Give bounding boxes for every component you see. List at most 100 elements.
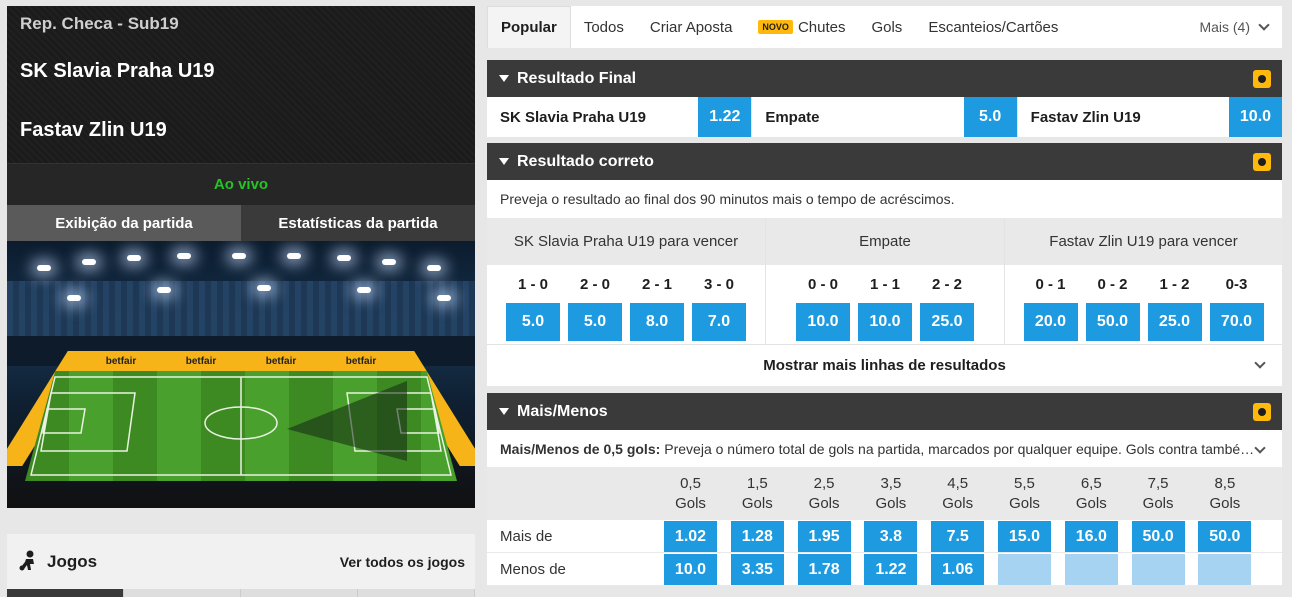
odds-button[interactable]: 10.0 <box>664 554 717 585</box>
tab-corners-cards[interactable]: Escanteios/Cartões <box>915 6 1071 48</box>
floodlights <box>7 247 475 301</box>
ad-brand-text: betfair <box>185 355 217 367</box>
tab-match-stats[interactable]: Estatísticas da partida <box>241 205 475 241</box>
player-icon <box>19 550 34 571</box>
score-label: 2 - 1 <box>641 275 672 293</box>
games-tab[interactable] <box>124 589 241 597</box>
score-label: 0 - 0 <box>807 275 838 293</box>
tab-popular[interactable]: Popular <box>487 6 571 48</box>
new-badge: NOVO <box>758 20 793 34</box>
odds-button-suspended <box>997 554 1051 585</box>
more-tabs-dropdown[interactable]: Mais (4) <box>1199 6 1270 48</box>
goal-line-header: 8,5 Gols <box>1209 474 1241 512</box>
ad-brand-text: betfair <box>105 355 137 367</box>
show-more-lines-label: Mostrar mais linhas de resultados <box>763 357 1006 374</box>
market-header[interactable]: Mais/Menos <box>487 393 1282 430</box>
games-tab[interactable] <box>358 589 475 597</box>
odds-button[interactable]: 20.0 <box>1023 303 1078 341</box>
more-tabs-label: Mais (4) <box>1199 19 1250 35</box>
odds-button[interactable]: 10.0 <box>858 303 912 341</box>
score-label: 3 - 0 <box>703 275 734 293</box>
caret-down-icon <box>499 75 509 82</box>
competition-name: Rep. Checa - Sub19 <box>20 14 179 33</box>
odds-button[interactable]: 3.8 <box>864 521 918 552</box>
odds-button[interactable]: 70.0 <box>1209 303 1264 341</box>
match-view-tabs: Exibição da partida Estatísticas da part… <box>7 205 475 241</box>
score-label: 1 - 0 <box>517 275 548 293</box>
description-text: Preveja o número total de gols na partid… <box>664 440 1255 457</box>
odds-button[interactable]: 50.0 <box>1198 521 1252 552</box>
odds-button[interactable]: 1.22 <box>698 97 752 137</box>
odds-button[interactable]: 3.35 <box>730 554 784 585</box>
market-header[interactable]: Resultado correto <box>487 143 1282 180</box>
group-header: Empate <box>766 218 1004 265</box>
odds-button[interactable]: 1.22 <box>864 554 918 585</box>
live-status: Ao vivo <box>7 163 475 205</box>
over-under-table: 0,5 Gols 1,5 Gols 2,5 Gols 3,5 Gols 4,5 Gols … <box>487 467 1282 586</box>
selection-draw: Empate 5.0 <box>752 97 1018 137</box>
games-tab[interactable] <box>241 589 358 597</box>
selection-home: SK Slavia Praha U19 1.22 <box>487 97 753 137</box>
tab-all[interactable]: Todos <box>571 6 637 48</box>
games-tabs <box>7 589 475 597</box>
see-all-games-link[interactable]: Ver todos os jogos <box>340 554 465 570</box>
odds-button[interactable]: 7.5 <box>931 521 985 552</box>
market-title: Resultado correto <box>517 152 654 170</box>
market-over-under: Mais/Menos Mais/Menos de 0,5 gols: Preve… <box>487 393 1282 586</box>
chevron-down-icon <box>1254 357 1266 369</box>
odds-button[interactable]: 50.0 <box>1085 303 1140 341</box>
show-more-lines-button[interactable]: Mostrar mais linhas de resultados <box>487 344 1282 386</box>
home-team-name: SK Slavia Praha U19 <box>20 60 215 82</box>
games-tab[interactable] <box>7 589 124 597</box>
odds-button[interactable]: 16.0 <box>1064 521 1118 552</box>
chevron-down-icon <box>1258 19 1270 31</box>
match-odds-row: SK Slavia Praha U19 1.22 Empate 5.0 Fast… <box>487 97 1282 137</box>
odds-button[interactable]: 10.0 <box>1228 97 1282 137</box>
odds-button[interactable]: 50.0 <box>1131 521 1185 552</box>
odds-button[interactable]: 10.0 <box>796 303 850 341</box>
caret-down-icon <box>499 158 509 165</box>
odds-button[interactable]: 5.0 <box>963 97 1017 137</box>
goal-line-header: 5,5 Gols <box>1009 474 1040 512</box>
odds-button-suspended <box>1064 554 1118 585</box>
odds-button[interactable]: 1.95 <box>797 521 851 552</box>
odds-button[interactable]: 15.0 <box>997 521 1051 552</box>
row-label: Menos de <box>500 561 566 578</box>
odds-button[interactable]: 1.06 <box>931 554 985 585</box>
odds-button[interactable]: 1.02 <box>664 521 717 552</box>
tab-goals[interactable]: Gols <box>858 6 915 48</box>
games-title: Jogos <box>47 552 98 571</box>
games-widget: Jogos Ver todos os jogos <box>7 534 475 597</box>
odds-button[interactable]: 5.0 <box>568 303 622 341</box>
row-label: Mais de <box>500 528 553 545</box>
goal-line-header: 1,5 Gols <box>741 474 773 512</box>
over-row: Mais de 1.02 1.28 1.95 3.8 7.5 15.0 16.0… <box>487 520 1282 553</box>
odds-button[interactable]: 25.0 <box>1147 303 1202 341</box>
selection-away: Fastav Zlin U19 10.0 <box>1018 97 1282 137</box>
goal-line-header: 4,5 Gols <box>942 474 974 512</box>
odds-button[interactable]: 5.0 <box>506 303 560 341</box>
odds-button[interactable]: 7.0 <box>692 303 746 341</box>
odds-button[interactable]: 8.0 <box>630 303 684 341</box>
odds-button[interactable]: 25.0 <box>920 303 974 341</box>
market-header[interactable]: Resultado Final <box>487 60 1282 97</box>
group-header: Fastav Zlin U19 para vencer <box>1005 218 1282 265</box>
market-tabs: Popular Todos Criar Aposta NOVO Chutes G… <box>487 6 1282 48</box>
pitch: betfair betfair betfair betfair <box>7 351 475 508</box>
market-match-odds: Resultado Final SK Slavia Praha U19 1.22… <box>487 60 1282 137</box>
odds-button[interactable]: 1.28 <box>730 521 784 552</box>
score-group-draw: Empate 0 - 0 10.0 1 - 1 10.0 2 - 2 25.0 <box>766 218 1005 344</box>
tab-match-view[interactable]: Exibição da partida <box>7 205 241 241</box>
selection-name: Empate <box>765 108 820 126</box>
odds-button-suspended <box>1131 554 1185 585</box>
away-team-name: Fastav Zlin U19 <box>20 119 167 141</box>
market-description-dropdown[interactable]: Mais/Menos de 0,5 gols: Preveja o número… <box>487 430 1282 467</box>
caret-down-icon <box>499 408 509 415</box>
market-title: Mais/Menos <box>517 402 608 420</box>
tab-bet-builder[interactable]: Criar Aposta <box>637 6 746 48</box>
goal-line-header: 3,5 Gols <box>875 474 907 512</box>
tab-shots[interactable]: NOVO Chutes <box>745 6 858 48</box>
score-group-home: SK Slavia Praha U19 para vencer 1 - 0 5.0… <box>487 218 766 344</box>
score-label: 1 - 2 <box>1159 275 1190 293</box>
odds-button[interactable]: 1.78 <box>797 554 851 585</box>
